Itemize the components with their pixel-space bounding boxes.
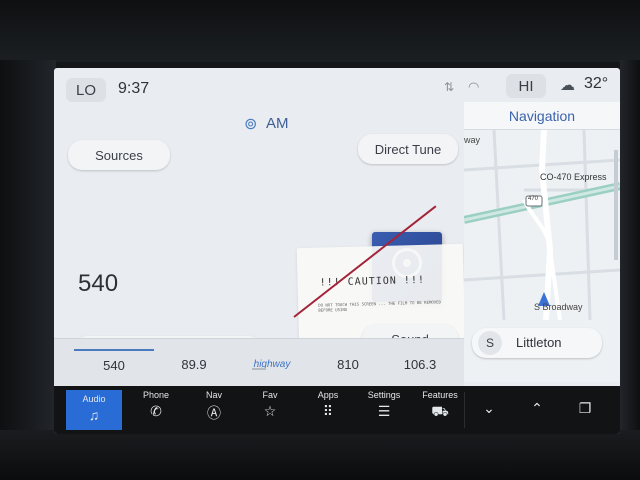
compass-heading: S (478, 331, 502, 355)
infotainment-screen: LO 9:37 ⇅ ◠ HI ☁ 32° ⊚ AM Sources Direct… (54, 68, 620, 434)
nav-arrow-icon: Ⓐ (207, 405, 221, 421)
current-city: Littleton (516, 335, 562, 350)
map-graphic (463, 129, 620, 321)
windows-icon[interactable]: ❐ (562, 386, 608, 434)
dock-settings-button[interactable]: Settings ☰ (356, 386, 412, 434)
direct-tune-button[interactable]: Direct Tune (358, 134, 458, 164)
dock-phone-label: Phone (142, 390, 170, 400)
dock-apps-button[interactable]: Apps ⠿ (300, 386, 356, 434)
highway-shield: 470 (528, 196, 539, 202)
dock-features-label: Features (422, 390, 458, 400)
sources-button[interactable]: Sources (68, 140, 170, 170)
music-note-icon: ♫ (88, 407, 100, 423)
navigation-title[interactable]: Navigation (464, 102, 620, 130)
sliders-icon: ☰ (377, 403, 391, 419)
dock-nav-label: Nav (205, 390, 222, 400)
current-frequency: 540 (78, 270, 119, 297)
dock-fav-button[interactable]: Fav ☆ (242, 386, 298, 434)
status-bar: LO 9:37 ⇅ ◠ HI ☁ 32° (54, 68, 620, 106)
dock-apps-label: Apps (317, 390, 339, 400)
dock-separator (464, 392, 465, 428)
weather-cloud-icon: ☁ (560, 77, 575, 94)
preset-bar: 540 89.9 highway 810 106.3 (54, 338, 464, 390)
sticker-body: DO NOT TOUCH THIS SCREEN ... THE FILM TO… (318, 299, 442, 313)
chevron-up-icon[interactable]: ⌃ (514, 386, 560, 434)
preset-page-indicator (252, 368, 266, 370)
band-label: AM (266, 115, 289, 132)
car-icon: ⛟ (431, 403, 449, 419)
dock-audio-label: Audio (82, 394, 106, 404)
bezel-bottom (0, 430, 640, 480)
audio-panel: ⊚ AM Sources Direct Tune 540 !!! CAUTION… (54, 106, 466, 364)
dock-phone-button[interactable]: Phone ✆ (128, 386, 184, 434)
heading-city-pill[interactable]: S Littleton (472, 328, 602, 358)
clock: 9:37 (118, 80, 150, 97)
apps-grid-icon: ⠿ (322, 403, 334, 419)
dock-settings-label: Settings (367, 390, 401, 400)
map-label-co470: CO-470 Express (540, 172, 607, 182)
preset-3-logo[interactable]: highway (232, 349, 312, 379)
chevron-down-icon[interactable]: ⌄ (466, 386, 512, 434)
dock-fav-label: Fav (262, 390, 278, 400)
bezel-right (620, 60, 640, 440)
bezel-left (0, 60, 56, 440)
preset-5[interactable]: 106.3 (380, 349, 460, 379)
map-label-broadway: S Broadway (534, 302, 583, 312)
radio-antenna-icon: ⊚ (244, 116, 258, 133)
dock-nav-button[interactable]: Nav Ⓐ (186, 386, 242, 434)
navigation-panel[interactable]: Navigation way CO-470 Express 470 S Broa… (463, 102, 620, 382)
signal-icon: ⇅ (444, 80, 455, 94)
dock-audio-button[interactable]: Audio ♫ (66, 390, 122, 430)
preset-2[interactable]: 89.9 (154, 349, 234, 379)
map-view[interactable]: way CO-470 Express 470 S Broadway (463, 129, 620, 321)
star-icon: ☆ (263, 403, 277, 419)
outside-temperature: 32° (584, 75, 609, 92)
wifi-icon: ◠ (468, 79, 480, 94)
dock-features-button[interactable]: Features ⛟ (412, 386, 468, 434)
left-climate-zone[interactable]: LO (66, 78, 106, 102)
right-climate-zone[interactable]: HI (506, 74, 546, 98)
preset-4[interactable]: 810 (308, 349, 388, 379)
bezel-top (0, 0, 640, 62)
bottom-dock: Audio ♫ Phone ✆ Nav Ⓐ Fav ☆ Apps ⠿ Setti… (54, 386, 620, 434)
phone-icon: ✆ (150, 403, 162, 419)
preset-1[interactable]: 540 (74, 349, 154, 379)
map-label-partial-road: way (464, 135, 481, 145)
